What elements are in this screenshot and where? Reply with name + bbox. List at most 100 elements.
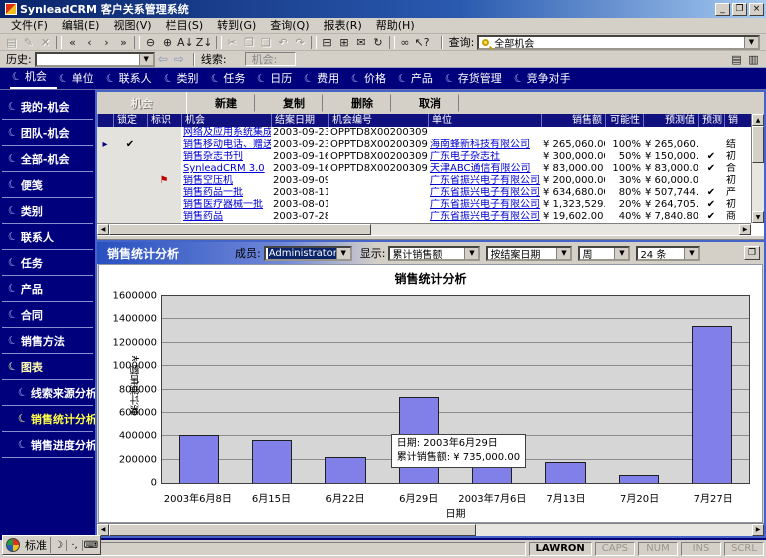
sidebar-item[interactable]: ☾ 团队-机会 xyxy=(2,120,93,146)
print-icon[interactable]: ⊟ xyxy=(319,35,336,50)
table-vertical-scrollbar[interactable]: ▲ ▼ xyxy=(751,114,764,223)
display-dropdown-button[interactable]: ▼ xyxy=(464,248,478,259)
opportunity-action-button[interactable]: 复制 xyxy=(265,94,323,112)
sort-desc-icon[interactable]: Z↓ xyxy=(195,35,214,50)
maximize-button[interactable]: ❐ xyxy=(732,3,747,16)
scrollbar-thumb[interactable] xyxy=(109,524,476,536)
fullwidth-moon-icon[interactable]: ☽ xyxy=(51,540,67,551)
sidebar-item[interactable]: ☾ 类别 xyxy=(2,198,93,224)
paste-icon[interactable]: ❑ xyxy=(258,35,275,50)
table-row[interactable]: 销售医疗器械一批 2003-08-01 广东省振兴电子有限公司 ¥ 1,323,… xyxy=(97,199,751,211)
locked-cell[interactable] xyxy=(113,199,147,211)
opportunity-name-link[interactable]: 销售杂志书刊 xyxy=(181,151,271,163)
scrollbar-thumb[interactable] xyxy=(752,126,764,163)
table-column-header[interactable]: 标识 xyxy=(147,114,181,127)
module-tab[interactable]: ☾ 费用 xyxy=(302,68,349,89)
unit-link[interactable]: 广东电子杂志社 xyxy=(428,151,541,163)
sidebar-item[interactable]: ☾ 销售方法 xyxy=(2,328,93,354)
edit-record-icon[interactable]: ✎ xyxy=(20,35,37,50)
chart-horizontal-scrollbar[interactable]: ◀ ▶ xyxy=(97,523,764,536)
scroll-up-arrow[interactable]: ▲ xyxy=(752,114,764,126)
new-record-icon[interactable]: ▤ xyxy=(3,35,20,50)
count-dropdown-button[interactable]: ▼ xyxy=(684,248,698,259)
module-tab[interactable]: ☾ 存货管理 xyxy=(443,68,512,89)
locked-cell[interactable] xyxy=(113,127,147,139)
opportunity-name-link[interactable]: 销售空压机 xyxy=(181,175,271,187)
toolbar-separator[interactable] xyxy=(389,36,395,49)
table-row[interactable]: SynleadCRM 3.0 2003-09-16 OPPTD8X0020030… xyxy=(97,163,751,175)
scroll-right-arrow[interactable]: ▶ xyxy=(739,224,751,235)
module-tab[interactable]: ☾ 类别 xyxy=(162,68,209,89)
table-column-header[interactable]: 单位 xyxy=(428,114,541,127)
table-row[interactable]: ⚑ 销售空压机 2003-09-09 广东省振兴电子有限公司 ¥ 200,000… xyxy=(97,175,751,187)
help-pointer-icon[interactable]: ↖? xyxy=(414,35,431,50)
menu-item[interactable]: 帮助(H) xyxy=(369,18,422,33)
period-dropdown-button[interactable]: ▼ xyxy=(614,248,628,259)
module-tab[interactable]: ☾ 联系人 xyxy=(104,68,162,89)
refresh-icon[interactable]: ↻ xyxy=(370,35,387,50)
toolbar-separator[interactable] xyxy=(134,36,140,49)
sidebar-item[interactable]: ☾ 产品 xyxy=(2,276,93,302)
table-column-header[interactable]: 销 xyxy=(724,114,751,127)
unit-link[interactable]: 海南蜂新科技有限公司 xyxy=(428,139,541,151)
last-record-icon[interactable]: » xyxy=(115,35,132,50)
redo-icon[interactable]: ↷ xyxy=(292,35,309,50)
sidebar-item[interactable]: ☾ 图表 xyxy=(2,354,93,380)
close-button[interactable]: × xyxy=(749,3,764,16)
opportunity-action-button[interactable]: 取消 xyxy=(401,94,459,112)
table-horizontal-scrollbar[interactable]: ◀ ▶ xyxy=(97,223,751,235)
chart-bar[interactable] xyxy=(545,462,585,483)
menu-item[interactable]: 转到(G) xyxy=(210,18,263,33)
opportunity-name-link[interactable]: 销售药品 xyxy=(181,211,271,223)
opportunity-name-link[interactable]: 销售医疗器械一批 xyxy=(181,199,271,211)
table-column-header[interactable]: 可能性 xyxy=(605,114,643,127)
module-tab[interactable]: ☾ 价格 xyxy=(349,68,396,89)
menu-item[interactable]: 栏目(S) xyxy=(159,18,211,33)
menu-item[interactable]: 编辑(E) xyxy=(55,18,107,33)
menu-item[interactable]: 视图(V) xyxy=(106,18,158,33)
module-tab[interactable]: ☾ 产品 xyxy=(396,68,443,89)
menu-item[interactable]: 文件(F) xyxy=(4,18,55,33)
module-tab[interactable]: ☾ 日历 xyxy=(255,68,302,89)
unit-link[interactable]: 广东省振兴电子有限公司 xyxy=(428,187,541,199)
copy-icon[interactable]: ❐ xyxy=(241,35,258,50)
back-arrow-icon[interactable]: ⇦ xyxy=(158,52,168,66)
ime-logo-icon[interactable] xyxy=(6,538,20,552)
query-dropdown-button[interactable]: ▼ xyxy=(744,37,758,48)
scroll-right-arrow[interactable]: ▶ xyxy=(752,524,764,536)
unit-link[interactable]: 广东省振兴电子有限公司 xyxy=(428,175,541,187)
sort-asc-icon[interactable]: A↓ xyxy=(176,35,195,50)
count-combobox[interactable]: 24 条 ▼ xyxy=(636,246,700,261)
next-record-icon[interactable]: › xyxy=(98,35,115,50)
cut-icon[interactable]: ✂ xyxy=(224,35,241,50)
table-column-header[interactable] xyxy=(97,114,113,127)
report2-icon[interactable]: ▥ xyxy=(745,52,762,67)
table-row[interactable]: 销售药品一批 2003-08-11 广东省振兴电子有限公司 ¥ 634,680.… xyxy=(97,187,751,199)
chart-bar[interactable] xyxy=(692,326,732,483)
module-tab[interactable]: ☾ 单位 xyxy=(57,68,104,89)
report-icon[interactable]: ▤ xyxy=(728,52,745,67)
module-tab[interactable]: ☾ 任务 xyxy=(209,68,256,89)
sidebar-item[interactable]: ☾ 我的-机会 xyxy=(2,94,93,120)
ime-toolbar[interactable]: 标准 ☽ ·, ⌨ xyxy=(2,535,101,555)
opportunity-name-link[interactable]: 销售药品一批 xyxy=(181,187,271,199)
table-column-header[interactable]: 销售额 xyxy=(541,114,605,127)
mail-icon[interactable]: ✉ xyxy=(353,35,370,50)
module-tab[interactable]: ☾ 机会 xyxy=(10,66,57,89)
sidebar-item[interactable]: ☾ 合同 xyxy=(2,302,93,328)
groupby-dropdown-button[interactable]: ▼ xyxy=(556,248,570,259)
table-column-header[interactable]: 机会编号 xyxy=(328,114,428,127)
sidebar-item[interactable]: ☾ 便笺 xyxy=(2,172,93,198)
table-column-header[interactable]: 锁定 xyxy=(113,114,147,127)
scroll-left-arrow[interactable]: ◀ xyxy=(97,224,109,235)
ime-name-label[interactable]: 标准 xyxy=(22,537,51,553)
locked-cell[interactable]: ✔ xyxy=(113,139,147,151)
toolbar-separator[interactable] xyxy=(216,36,222,49)
sidebar-item[interactable]: ☾ 任务 xyxy=(2,250,93,276)
toolbar-separator[interactable] xyxy=(311,36,317,49)
chart-bar[interactable] xyxy=(179,435,219,484)
member-combobox[interactable]: Administrator ▼ xyxy=(264,246,352,261)
punctuation-icon[interactable]: ·, xyxy=(67,540,83,551)
zoom-in-icon[interactable]: ⊕ xyxy=(159,35,176,50)
period-combobox[interactable]: 周 ▼ xyxy=(578,246,630,261)
